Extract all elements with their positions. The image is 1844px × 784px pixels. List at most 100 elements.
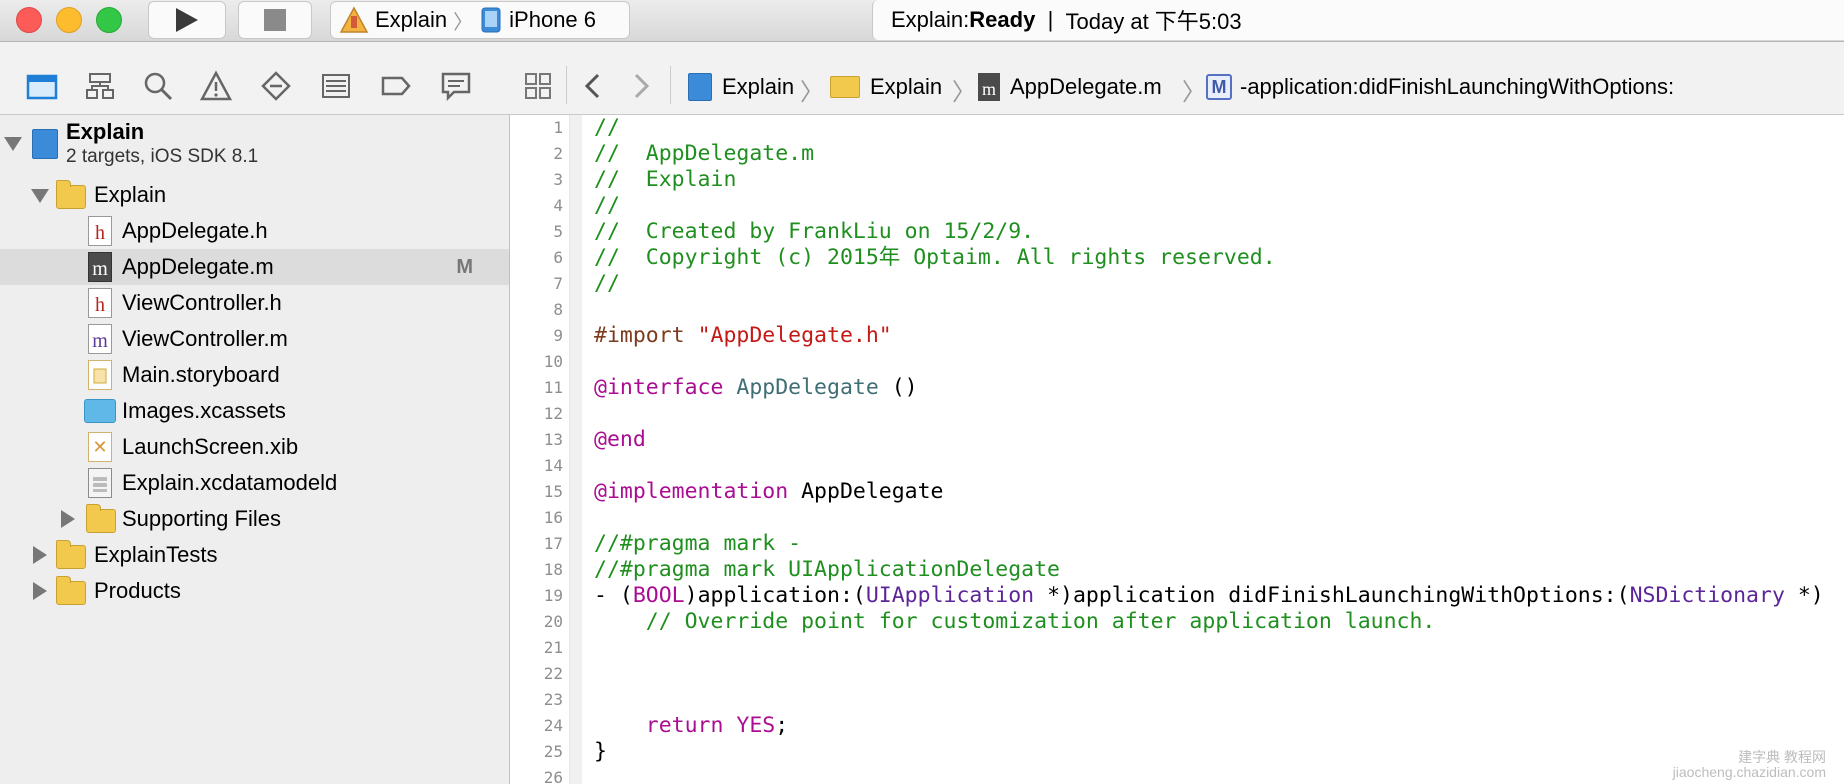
navigator-item[interactable]: Main.storyboard: [0, 357, 509, 393]
chevron-right-icon: 〉: [952, 79, 976, 106]
navigator-item[interactable]: ✕ LaunchScreen.xib: [0, 429, 509, 465]
stop-button[interactable]: [238, 1, 312, 39]
line-number: 15: [543, 482, 563, 501]
line-number: 2: [553, 144, 563, 163]
navigator-item[interactable]: Images.xcassets: [0, 393, 509, 429]
line-number: 4: [553, 196, 563, 215]
xcode-hammer-icon: [339, 6, 369, 33]
line-number: 22: [543, 664, 563, 683]
activity-viewer: Explain: Ready | Today at 下午5:03: [872, 0, 1844, 40]
navigator-item[interactable]: h AppDelegate.h: [0, 213, 509, 249]
stop-icon: [264, 9, 286, 31]
navigator-item[interactable]: Products: [0, 573, 509, 609]
project-name: Explain: [66, 119, 145, 144]
minimize-window-button[interactable]: [56, 7, 82, 33]
back-chevron-icon[interactable]: [582, 72, 604, 100]
code-line[interactable]: // AppDelegate.m: [594, 141, 814, 167]
breakpoint-diamond-icon[interactable]: [260, 70, 292, 102]
line-number: 9: [553, 326, 563, 345]
folder-icon: [56, 576, 86, 605]
source-editor[interactable]: // // AppDelegate.m // Explain // // Cre…: [582, 115, 1844, 784]
navigator-item[interactable]: Supporting Files: [0, 501, 509, 537]
chevron-right-icon: 〉: [1182, 79, 1206, 106]
watermark: 建字典 教程网 jiaocheng.chazidian.com: [1673, 750, 1826, 780]
line-number: 16: [543, 508, 563, 527]
disclosure-closed-icon[interactable]: [33, 582, 47, 600]
close-window-button[interactable]: [16, 7, 42, 33]
jump-bar-crumb-group[interactable]: Explain: [830, 72, 942, 102]
code-line[interactable]: - (BOOL)application:(UIApplication *)app…: [594, 583, 1824, 609]
code-token: YES: [723, 713, 776, 738]
navigator-item-label: LaunchScreen.xib: [122, 434, 299, 459]
code-token: @interface: [594, 375, 724, 400]
line-number: 17: [543, 534, 563, 553]
implementation-file-icon: m: [978, 73, 1000, 101]
code-token: AppDelegate: [788, 479, 944, 504]
code-line[interactable]: // Copyright (c) 2015年 Optaim. All right…: [594, 245, 1276, 271]
code-line[interactable]: //#pragma mark -: [594, 531, 801, 557]
zoom-window-button[interactable]: [96, 7, 122, 33]
code-token: *): [1784, 583, 1824, 608]
run-button[interactable]: [148, 1, 226, 39]
forward-chevron-icon[interactable]: [630, 72, 652, 100]
list-icon[interactable]: [320, 70, 352, 102]
disclosure-closed-icon[interactable]: [61, 510, 75, 528]
navigator-item[interactable]: Explain.xcdatamodeld: [0, 465, 509, 501]
jump-bar-crumb-file[interactable]: m AppDelegate.m: [978, 72, 1162, 102]
project-row[interactable]: Explain 2 targets, iOS SDK 8.1: [0, 115, 509, 173]
navigator-item-label: Images.xcassets: [122, 398, 286, 423]
code-token: return: [594, 713, 724, 738]
code-line[interactable]: }: [594, 739, 607, 765]
navigator-item[interactable]: ExplainTests: [0, 537, 509, 573]
editor-jump-bar: Explain 〉 Explain 〉 m AppDelegate.m 〉 M …: [510, 42, 1844, 115]
scheme-selector[interactable]: Explain 〉 iPhone 6: [330, 1, 630, 39]
navigator-item[interactable]: h ViewController.h: [0, 285, 509, 321]
navigator-item-selected[interactable]: m AppDelegate.m M: [0, 249, 509, 285]
code-line[interactable]: // Created by FrankLiu on 15/2/9.: [594, 219, 1034, 245]
search-icon[interactable]: [142, 70, 174, 102]
line-number: 18: [543, 560, 563, 579]
asset-catalog-icon: [84, 399, 116, 423]
disclosure-open-icon[interactable]: [4, 137, 22, 151]
activity-prefix: Explain:: [891, 7, 970, 32]
code-line[interactable]: @interface AppDelegate (): [594, 375, 918, 401]
code-line[interactable]: #import "AppDelegate.h": [594, 323, 892, 349]
code-line[interactable]: // Override point for customization afte…: [594, 609, 1436, 635]
disclosure-open-icon[interactable]: [31, 189, 49, 203]
line-number-gutter[interactable]: 1 2 3 4 5 6 7 8 9 10 11 12 13 14 15 16 17 18 19 20 21 22 23 24 2…: [510, 115, 570, 784]
xcode-project-icon: [688, 73, 712, 101]
scheme-project-name[interactable]: Explain: [375, 7, 447, 33]
tag-icon[interactable]: [380, 70, 412, 102]
warning-icon[interactable]: [200, 70, 232, 102]
play-icon: [176, 8, 198, 32]
jump-bar-crumb-method[interactable]: M -application:didFinishLaunchingWithOpt…: [1206, 72, 1674, 102]
related-items-grid-icon[interactable]: [524, 72, 552, 100]
line-number: 24: [543, 716, 563, 735]
code-line[interactable]: @end: [594, 427, 646, 453]
code-line[interactable]: //: [594, 115, 620, 141]
folder-icon: [56, 540, 86, 569]
folder-icon: [56, 180, 86, 209]
project-navigator-folder-icon[interactable]: [26, 70, 58, 102]
chevron-right-icon: 〉: [453, 11, 474, 34]
comment-icon[interactable]: [440, 70, 472, 102]
xib-file-icon: ✕: [88, 432, 112, 462]
code-focus-ribbon[interactable]: [570, 115, 582, 784]
code-line[interactable]: // Explain: [594, 167, 736, 193]
navigator-item-label: ViewController.h: [122, 290, 282, 315]
code-line[interactable]: //#pragma mark UIApplicationDelegate: [594, 557, 1060, 583]
code-line[interactable]: @implementation AppDelegate: [594, 479, 944, 505]
activity-separator: |: [1047, 7, 1054, 32]
code-token: )application:(: [684, 583, 866, 608]
symbol-hierarchy-icon[interactable]: [84, 70, 116, 102]
implementation-file-icon: m: [88, 324, 112, 354]
code-line[interactable]: //: [594, 193, 620, 219]
activity-time: Today at 下午5:03: [1065, 9, 1242, 34]
code-line[interactable]: //: [594, 271, 620, 297]
disclosure-closed-icon[interactable]: [33, 546, 47, 564]
scheme-device-name[interactable]: iPhone 6: [509, 7, 596, 33]
jump-bar-crumb-project[interactable]: Explain: [688, 72, 794, 102]
code-line[interactable]: return YES;: [594, 713, 788, 739]
navigator-item[interactable]: Explain: [0, 177, 509, 213]
navigator-item[interactable]: m ViewController.m: [0, 321, 509, 357]
